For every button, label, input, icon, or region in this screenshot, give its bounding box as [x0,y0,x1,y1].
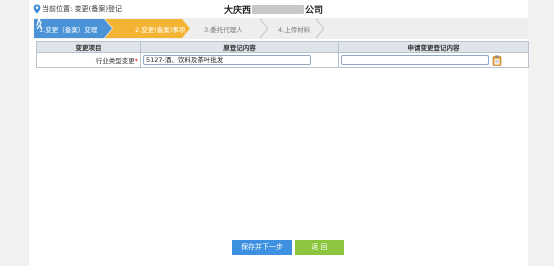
required-mark: * [134,57,138,65]
step-4-divider [315,18,325,39]
company-name-prefix: 大庆西 [224,6,252,16]
breadcrumb: 当前位置: 变更(备案)登记 [42,5,123,13]
column-header-applied: 申请变更登记内容 [338,41,529,53]
step-3-divider [259,18,269,39]
save-and-next-button[interactable]: 保存并下一步 [232,240,292,255]
step-progress-bar: 1.变更（备案）变理 2.变更(备案)事项 3.委托代理人 4.上传材料 [34,18,528,39]
bike-icon [36,18,43,30]
step-2-label[interactable]: 2.变更(备案)事项 [135,24,185,34]
left-margin [0,0,29,266]
change-items-table: 变更项目 原登记内容 申请变更登记内容 行业类型变更* 5127-酒、饮料及茶叶… [36,41,529,68]
right-margin [528,0,554,266]
table-row: 行业类型变更* 5127-酒、饮料及茶叶批发 [36,52,529,68]
table-header-row: 变更项目 原登记内容 申请变更登记内容 [36,41,529,53]
column-header-item: 变更项目 [36,41,141,53]
original-content-cell: 5127-酒、饮料及茶叶批发 [140,52,339,68]
main-frame: 当前位置: 变更(备案)登记 大庆西 公司 1.变更（备案）变理 2.变更(备案)… [29,0,529,266]
redacted-block [252,5,305,14]
applied-content-input[interactable] [341,55,489,65]
company-name: 大庆西 公司 [224,3,323,16]
change-item-cell: 行业类型变更* [36,52,141,68]
step-1-label[interactable]: 1.变更（备案）变理 [39,24,97,34]
original-content-field[interactable]: 5127-酒、饮料及茶叶批发 [143,55,311,65]
step-3-label[interactable]: 3.委托代理人 [204,24,243,34]
applied-content-cell [338,52,529,68]
company-name-suffix: 公司 [305,6,324,16]
map-pin-icon [33,4,41,14]
top-bar: 当前位置: 变更(备案)登记 大庆西 公司 [29,0,528,17]
step-4-label[interactable]: 4.上传材料 [278,24,310,34]
back-button[interactable]: 返 回 [295,240,344,255]
clipboard-icon[interactable] [492,55,502,66]
column-header-original: 原登记内容 [140,41,339,53]
change-item-label: 行业类型变更 [95,57,135,65]
